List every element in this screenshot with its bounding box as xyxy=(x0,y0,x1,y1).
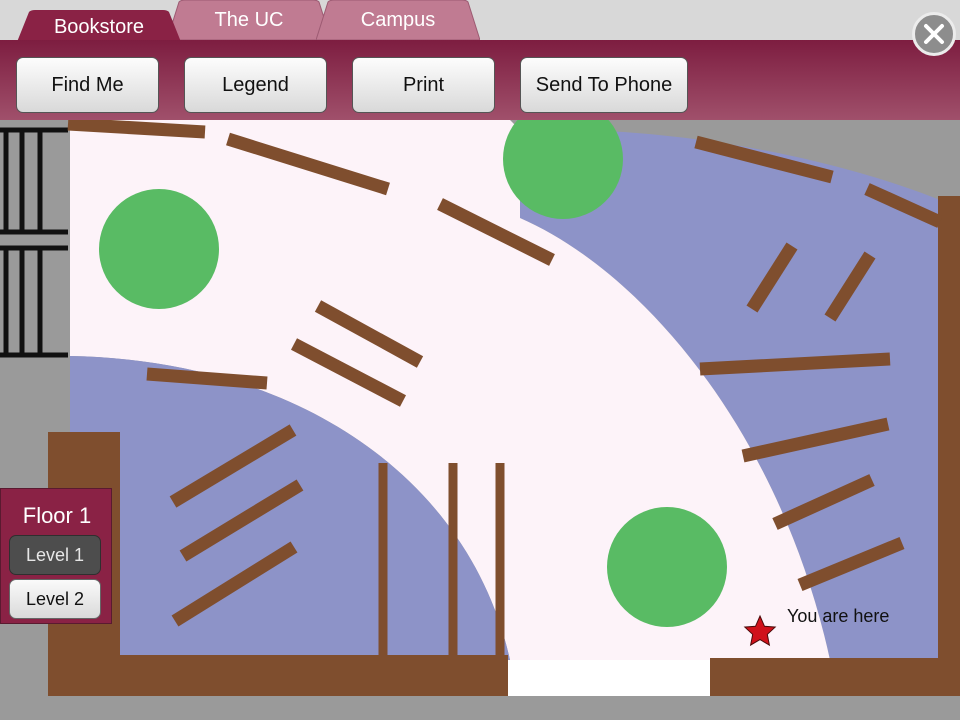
plant-icon xyxy=(607,507,727,627)
floor-title: Floor 1 xyxy=(22,503,92,528)
close-button[interactable] xyxy=(912,12,956,56)
tab-the-uc[interactable]: The UC xyxy=(167,0,331,40)
print-button[interactable]: Print xyxy=(352,57,495,113)
tab-bookstore-label: Bookstore xyxy=(53,15,145,38)
tab-campus-label: Campus xyxy=(360,8,436,31)
plant-icon xyxy=(99,189,219,309)
toolbar: Find Me Legend Print Send To Phone xyxy=(0,40,960,120)
send-to-phone-button[interactable]: Send To Phone xyxy=(520,57,688,113)
you-are-here-label: You are here xyxy=(787,606,890,626)
tab-the-uc-label: The UC xyxy=(214,8,284,31)
tab-campus[interactable]: Campus xyxy=(316,0,480,40)
close-icon xyxy=(924,24,944,44)
tab-bookstore[interactable]: Bookstore xyxy=(17,10,181,42)
level-1-button[interactable]: Level 1 xyxy=(9,535,101,575)
map-bottom-edge xyxy=(0,696,960,720)
shelf xyxy=(67,117,206,139)
legend-button[interactable]: Legend xyxy=(184,57,327,113)
find-me-button[interactable]: Find Me xyxy=(16,57,159,113)
shelf xyxy=(146,367,268,390)
floor-panel: Floor 1 Level 1 Level 2 xyxy=(0,488,112,624)
level-2-button[interactable]: Level 2 xyxy=(9,579,101,619)
